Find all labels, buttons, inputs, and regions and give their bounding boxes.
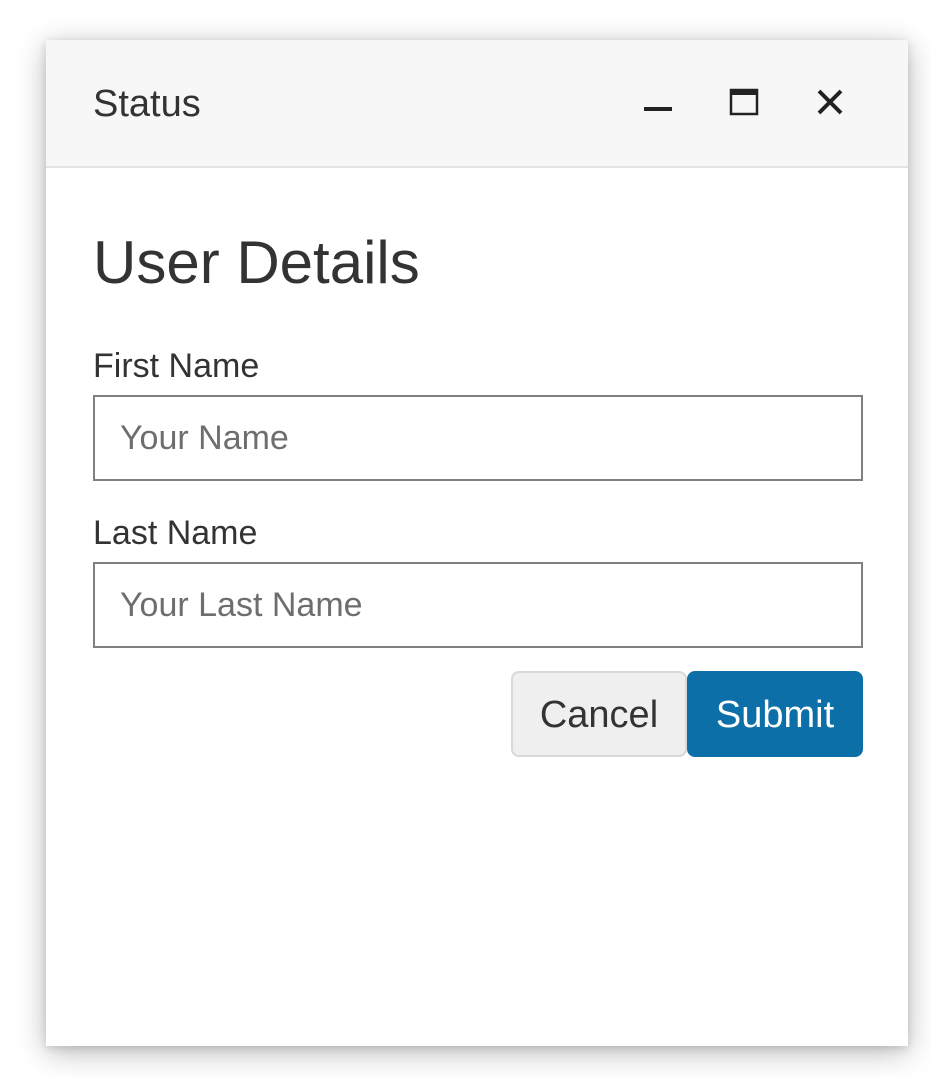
cancel-button[interactable]: Cancel [511,671,687,757]
window-title: Status [93,83,201,125]
last-name-input[interactable] [93,562,863,648]
first-name-input[interactable] [93,395,863,481]
minimize-icon [644,107,672,111]
form-actions: Cancel Submit [511,671,863,757]
minimize-button[interactable] [636,80,680,124]
close-button[interactable] [808,80,852,124]
last-name-label: Last Name [93,514,258,552]
maximize-button[interactable] [722,80,766,124]
status-window: Status User Details First Name Last Name… [46,40,908,1046]
submit-button[interactable]: Submit [687,671,863,757]
close-icon [817,89,843,115]
window-titlebar[interactable]: Status [46,40,908,168]
first-name-label: First Name [93,347,260,385]
form-heading: User Details [93,229,420,296]
maximize-icon [729,88,759,116]
